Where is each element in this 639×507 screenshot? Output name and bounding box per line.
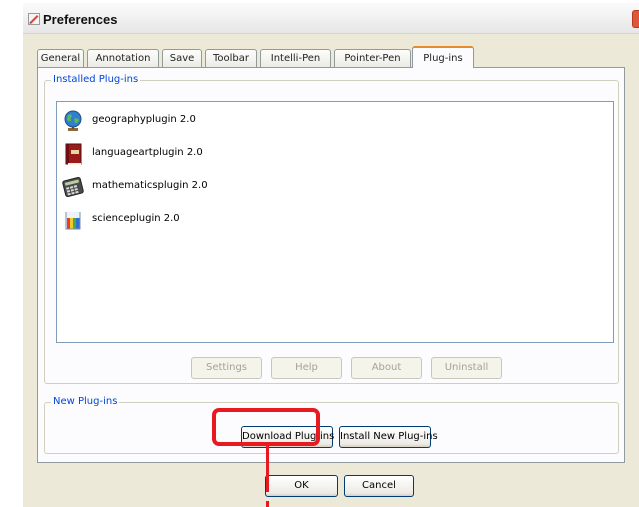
tab-annotation[interactable]: Annotation — [87, 49, 159, 67]
tab-intelli-pen[interactable]: Intelli-Pen — [260, 49, 331, 67]
new-plugins-label: New Plug-ins — [51, 396, 120, 408]
highlight-pointer-line — [266, 446, 269, 492]
install-new-plugins-button[interactable]: Install New Plug-ins — [339, 426, 438, 448]
uninstall-button[interactable]: Uninstall — [431, 357, 502, 379]
preferences-dialog: Preferences General Annotation Save Tool… — [23, 3, 639, 507]
download-highlight-box — [212, 408, 320, 446]
settings-button[interactable]: Settings — [191, 357, 262, 379]
pencil-check-icon — [28, 13, 40, 25]
plugin-name: languageartplugin 2.0 — [92, 147, 203, 158]
plugin-name: mathematicsplugin 2.0 — [92, 180, 208, 191]
installed-plugins-list[interactable]: geographyplugin 2.0 languageartplugin 2.… — [56, 101, 614, 343]
calculator-icon — [62, 176, 84, 198]
close-icon[interactable] — [632, 10, 639, 28]
highlight-pointer-line — [266, 501, 269, 507]
tab-pointer-pen[interactable]: Pointer-Pen — [334, 49, 411, 67]
title-bar[interactable]: Preferences — [23, 3, 639, 34]
beaker-icon — [65, 212, 81, 230]
cancel-button[interactable]: Cancel — [344, 475, 414, 497]
tab-general[interactable]: General — [37, 49, 84, 67]
about-button[interactable]: About — [351, 357, 422, 379]
plugin-name: scienceplugin 2.0 — [92, 213, 180, 224]
plug-ins-panel: Installed Plug-ins geographyplugin 2.0 l… — [37, 67, 625, 463]
installed-plugins-label: Installed Plug-ins — [51, 74, 141, 86]
tab-plug-ins[interactable]: Plug-ins — [412, 46, 474, 68]
book-icon — [65, 143, 82, 165]
ok-button[interactable]: OK — [265, 475, 338, 497]
globe-icon — [64, 110, 82, 131]
help-button[interactable]: Help — [271, 357, 342, 379]
tab-toolbar[interactable]: Toolbar — [205, 49, 257, 67]
tab-save[interactable]: Save — [162, 49, 202, 67]
plugin-name: geographyplugin 2.0 — [92, 114, 196, 125]
window-title: Preferences — [43, 12, 118, 27]
